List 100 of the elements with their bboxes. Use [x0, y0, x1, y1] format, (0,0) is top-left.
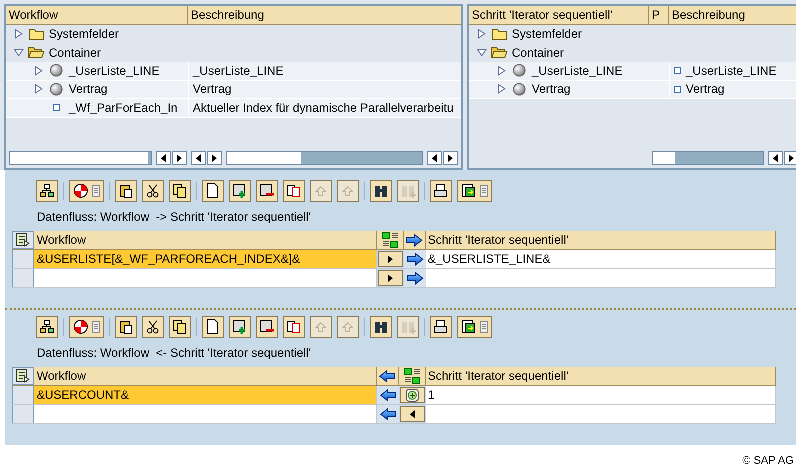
node-label[interactable]: Container [49, 44, 102, 62]
left-arrow-icon [160, 154, 167, 162]
delete-row-icon [259, 183, 275, 199]
scrollbar[interactable] [226, 151, 423, 165]
node-label[interactable]: Systemfelder [512, 25, 582, 44]
toolbar-button[interactable] [142, 180, 164, 202]
column-header: Workflow [6, 6, 188, 25]
left-arrow-icon [380, 408, 396, 420]
cut-icon [145, 183, 161, 199]
scroll-left-button[interactable] [427, 151, 442, 165]
node-label[interactable]: _UserListe_LINE [69, 62, 160, 80]
page-icon [205, 183, 221, 199]
paste-icon [118, 319, 134, 335]
toolbar-button[interactable] [115, 316, 137, 338]
toolbar-button[interactable] [256, 180, 278, 202]
toolbar-button[interactable] [370, 180, 392, 202]
scroll-left-button[interactable] [190, 151, 206, 165]
toolbar-button[interactable] [229, 316, 251, 338]
sphere-icon [513, 64, 526, 78]
scroll-left-button[interactable] [156, 151, 171, 165]
folder-icon [28, 46, 45, 60]
collapse-triangle-icon[interactable] [14, 48, 24, 58]
scroll-right-button[interactable] [784, 151, 796, 165]
toolbar-button[interactable] [457, 316, 492, 338]
copy-icon [172, 319, 188, 335]
toolbar-button[interactable] [430, 180, 452, 202]
left-arrow-icon [194, 154, 202, 162]
toolbar-button[interactable] [169, 316, 191, 338]
table-cell[interactable]: &USERLISTE[&_WF_PARFOREACH_INDEX&]& [34, 250, 377, 268]
sphere-icon [50, 82, 63, 96]
node-description: _UserListe_LINE [686, 62, 777, 80]
node-label[interactable]: Vertrag [532, 80, 571, 98]
folder-icon [28, 28, 44, 41]
toolbar-button[interactable] [36, 316, 58, 338]
direction-button[interactable] [378, 251, 403, 267]
node-label[interactable]: Container [512, 44, 564, 62]
toolbar-button[interactable] [430, 316, 452, 338]
printer-icon [433, 319, 449, 335]
toolbar-button[interactable] [283, 316, 305, 338]
left-arrow-icon [379, 370, 396, 382]
toolbar-button[interactable] [202, 180, 224, 202]
collapse-triangle-icon[interactable] [477, 48, 487, 58]
toolbar-button[interactable] [256, 316, 278, 338]
table-settings-icon[interactable] [16, 233, 30, 247]
node-label[interactable]: Vertrag [69, 80, 108, 98]
direction-button[interactable] [378, 270, 403, 286]
table-cell[interactable]: &USERCOUNT& [34, 386, 377, 404]
toolbar-button[interactable] [202, 316, 224, 338]
toolbar-button[interactable] [142, 316, 164, 338]
page-icon [205, 319, 221, 335]
scroll-left-button[interactable] [768, 151, 783, 165]
play-icon [387, 254, 394, 264]
duplicate-icon [286, 183, 302, 199]
table-cell[interactable] [426, 405, 776, 423]
right-arrow-icon [788, 154, 795, 162]
scrollbar[interactable] [9, 151, 152, 165]
toolbar-button[interactable] [69, 180, 104, 202]
flow-caption: Datenfluss: Workflow <- Schritt 'Iterator sequentiell' [36, 345, 312, 362]
toolbar-button[interactable] [457, 180, 492, 202]
scroll-right-button[interactable] [443, 151, 458, 165]
toolbar-button[interactable] [169, 180, 191, 202]
toolbar-button[interactable] [69, 316, 104, 338]
table-cell[interactable]: &_USERLISTE_LINE& [426, 250, 776, 268]
table-cell[interactable] [426, 269, 776, 287]
insert-row-icon [232, 183, 248, 199]
mapping-icon [404, 368, 420, 384]
direction-button[interactable] [400, 406, 425, 422]
table-settings-icon[interactable] [16, 369, 30, 383]
dropdown-icon [92, 185, 100, 197]
expand-triangle-icon[interactable] [34, 66, 44, 76]
expand-triangle-icon[interactable] [497, 84, 507, 94]
constant-button[interactable] [400, 387, 425, 403]
expand-triangle-icon[interactable] [497, 66, 507, 76]
scroll-right-button[interactable] [206, 151, 222, 165]
scroll-right-button[interactable] [172, 151, 187, 165]
printer-icon [433, 183, 449, 199]
right-arrow-icon [210, 154, 218, 162]
export-icon [461, 183, 477, 199]
toolbar-button[interactable] [115, 180, 137, 202]
expand-triangle-icon[interactable] [34, 84, 44, 94]
node-label[interactable]: Systemfelder [49, 25, 120, 44]
expand-triangle-icon[interactable] [14, 29, 24, 40]
right-arrow-icon [176, 154, 183, 162]
table-cell[interactable]: 1 [426, 386, 776, 404]
node-label[interactable]: _UserListe_LINE [532, 62, 623, 80]
expand-triangle-icon[interactable] [477, 29, 487, 40]
left-arrow-icon [772, 154, 779, 162]
toolbar-button[interactable] [36, 180, 58, 202]
table-cell[interactable] [34, 405, 377, 423]
node-label[interactable]: _Wf_ParForEach_In [69, 98, 178, 117]
duplicate-icon [286, 319, 302, 335]
dropdown-icon [480, 185, 488, 197]
toolbar-button[interactable] [370, 316, 392, 338]
scrollbar[interactable] [652, 151, 764, 165]
toolbar-button[interactable] [283, 180, 305, 202]
toolbar-button[interactable] [229, 180, 251, 202]
sphere-icon [50, 64, 63, 78]
node-description: Aktueller Index für dynamische Parallelverarbeitu [193, 100, 454, 116]
table-cell[interactable] [34, 269, 377, 287]
mapping-icon [382, 232, 398, 248]
